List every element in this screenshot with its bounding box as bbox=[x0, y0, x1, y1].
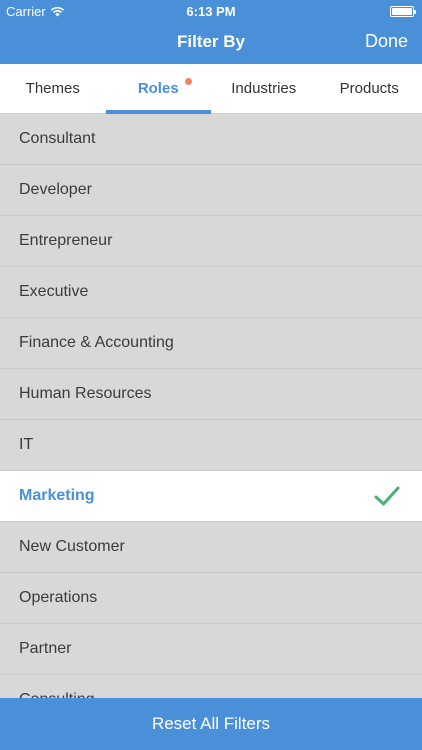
role-label: IT bbox=[19, 436, 34, 453]
tab-label: Products bbox=[339, 80, 399, 97]
role-label: Consultant bbox=[19, 130, 96, 147]
role-row[interactable]: IT bbox=[0, 420, 422, 471]
status-bar: Carrier 6:13 PM bbox=[0, 0, 422, 22]
tab-products[interactable]: Products bbox=[317, 64, 422, 113]
role-label: Finance & Accounting bbox=[19, 334, 174, 351]
status-time: 6:13 PM bbox=[186, 4, 236, 19]
role-row[interactable]: New Customer bbox=[0, 522, 422, 573]
role-row[interactable]: Human Resources bbox=[0, 369, 422, 420]
role-label: Marketing bbox=[19, 487, 95, 504]
role-row[interactable]: Developer bbox=[0, 165, 422, 216]
role-label: Operations bbox=[19, 589, 98, 606]
tab-themes[interactable]: Themes bbox=[0, 64, 106, 113]
tab-label: Industries bbox=[231, 80, 297, 97]
role-label: Developer bbox=[19, 181, 92, 198]
tab-roles[interactable]: Roles bbox=[105, 64, 211, 114]
role-label: New Customer bbox=[19, 538, 125, 555]
done-button[interactable]: Done bbox=[365, 31, 408, 52]
tab-label: Themes bbox=[25, 80, 80, 97]
role-row[interactable]: Entrepreneur bbox=[0, 216, 422, 267]
roles-list: Consultant Developer Entrepreneur Executive… bbox=[0, 114, 422, 698]
filter-tabs: Themes Roles Industries Products bbox=[0, 64, 422, 114]
role-label: Consulting bbox=[19, 691, 95, 698]
tab-industries[interactable]: Industries bbox=[211, 64, 317, 113]
battery-icon bbox=[390, 6, 416, 17]
role-label: Partner bbox=[19, 640, 72, 657]
role-row[interactable]: Partner bbox=[0, 624, 422, 675]
tab-label: Roles bbox=[137, 80, 179, 97]
role-row[interactable]: Consulting bbox=[0, 675, 422, 698]
role-label: Entrepreneur bbox=[19, 232, 113, 249]
role-label: Human Resources bbox=[19, 385, 152, 402]
notification-dot bbox=[185, 78, 193, 85]
role-label: Executive bbox=[19, 283, 89, 300]
role-row[interactable]: Operations bbox=[0, 573, 422, 624]
page-title: Filter By bbox=[176, 32, 246, 51]
role-row[interactable]: Marketing bbox=[0, 471, 422, 522]
role-row[interactable]: Consultant bbox=[0, 114, 422, 165]
header-bar: Carrier 6:13 PM Filter By Done bbox=[0, 0, 422, 64]
reset-all-filters-button[interactable]: Reset All Filters bbox=[0, 698, 422, 750]
checkmark-icon bbox=[374, 486, 400, 506]
role-row[interactable]: Executive bbox=[0, 267, 422, 318]
role-row[interactable]: Finance & Accounting bbox=[0, 318, 422, 369]
